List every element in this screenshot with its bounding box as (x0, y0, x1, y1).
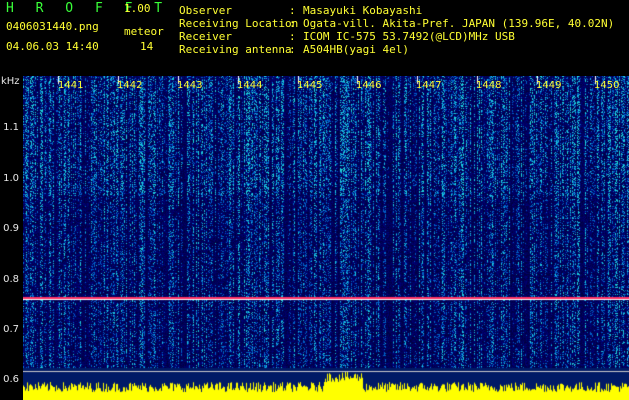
meteor-count-label: meteor (124, 25, 164, 38)
meteor-count-value: 14 (140, 40, 154, 53)
header-panel: H R O F F T 1.00 0406031440.png meteor 0… (0, 0, 629, 76)
frequency-tick-label: 1.1 (3, 122, 19, 133)
minute-label: 1446 (356, 80, 382, 91)
info-key: Receiving Location (179, 17, 299, 30)
frequency-unit-label: kHz (1, 76, 20, 87)
minute-label: 1444 (237, 80, 263, 91)
spectrogram-view (23, 76, 629, 400)
frequency-axis: kHz 1.1 1.0 0.9 0.8 0.7 0.6 (0, 76, 23, 400)
info-key: Receiver (179, 30, 232, 43)
minute-label: 1450 (594, 80, 620, 91)
frequency-tick-label: 0.7 (3, 324, 19, 335)
info-row-location: Receiving Location: Ogata-vill. Akita-Pre… (179, 17, 615, 30)
info-key: Observer (179, 4, 232, 17)
minute-label: 1442 (117, 80, 143, 91)
spectrogram-canvas (23, 76, 629, 400)
info-value: ICOM IC-575 53.7492(@LCD)MHz USB (303, 30, 515, 43)
minute-label: 1443 (177, 80, 203, 91)
info-key: Receiving antenna (179, 43, 292, 56)
minute-label: 1448 (476, 80, 502, 91)
station-info: Observer: Masayuki Kobayashi Receiving Lo… (179, 4, 614, 56)
minute-label: 1449 (536, 80, 562, 91)
info-row-receiver: Receiver: ICOM IC-575 53.7492(@LCD)MHz US… (179, 30, 515, 43)
frequency-tick-label: 0.6 (3, 374, 19, 385)
app-version: 1.00 (124, 2, 151, 15)
info-value: A504HB(yagi 4el) (303, 43, 409, 56)
image-filename: 0406031440.png (6, 20, 99, 33)
info-row-antenna: Receiving antenna: A504HB(yagi 4el) (179, 43, 409, 56)
info-value: Masayuki Kobayashi (303, 4, 423, 17)
info-row-observer: Observer: Masayuki Kobayashi (179, 4, 423, 17)
frequency-tick-label: 1.0 (3, 173, 19, 184)
frequency-tick-label: 0.9 (3, 223, 19, 234)
info-value: Ogata-vill. Akita-Pref. JAPAN (139.96E, … (303, 17, 615, 30)
minute-label: 1445 (297, 80, 323, 91)
minute-label: 1447 (416, 80, 442, 91)
observation-datetime: 04.06.03 14:40 (6, 40, 99, 53)
minute-label: 1441 (58, 80, 84, 91)
frequency-tick-label: 0.8 (3, 274, 19, 285)
